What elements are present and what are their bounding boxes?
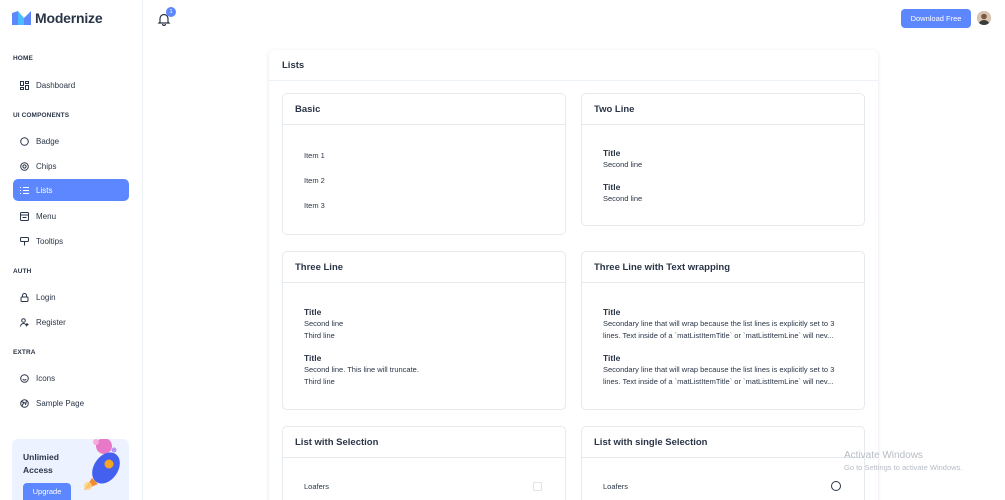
notification-badge: 1	[166, 7, 176, 17]
list-item-title: Title	[603, 353, 621, 363]
sidebar-item-label: Menu	[36, 211, 57, 221]
list-icon	[19, 185, 29, 195]
tooltip-icon	[19, 236, 29, 246]
sidebar-item-tooltips[interactable]: Tooltips	[13, 230, 129, 252]
brand-name: Modernize	[35, 10, 103, 26]
modernize-logo-icon	[12, 11, 31, 25]
three-line-list-card: Three Line Title Second line Third line …	[282, 251, 566, 410]
sidebar-item-sample-page[interactable]: Sample Page	[13, 392, 129, 414]
three-line-wrap-list-card: Three Line with Text wrapping Title Seco…	[581, 251, 865, 410]
list-item-line: Second line. This line will truncate.	[304, 365, 419, 374]
list-item-title: Title	[603, 307, 621, 317]
lock-icon	[19, 292, 29, 302]
sidebar-item-dashboard[interactable]: Dashboard	[13, 74, 129, 96]
sidebar-item-label: Register	[36, 317, 66, 327]
aperture-icon	[19, 398, 29, 408]
basic-list-card: Basic Item 1 Item 2 Item 3	[282, 93, 566, 235]
card-title: List with Selection	[283, 427, 565, 458]
sidebar-item-label: Sample Page	[36, 398, 85, 408]
card-title: Three Line with Text wrapping	[582, 252, 864, 283]
activate-windows-title: Activate Windows	[844, 450, 923, 461]
circle-icon	[19, 136, 29, 146]
list-item[interactable]: Item 3	[304, 201, 325, 210]
sidebar-item-chips[interactable]: Chips	[13, 155, 129, 177]
list-item-line: Second line	[603, 194, 643, 203]
list-item-line: Third line	[304, 377, 335, 386]
sidebar-item-label: Dashboard	[36, 80, 76, 90]
list-item[interactable]: Item 2	[304, 176, 325, 185]
sidebar-item-label: Login	[36, 292, 56, 302]
card-title: Basic	[283, 94, 565, 125]
mood-smile-icon	[19, 373, 29, 383]
avatar[interactable]	[977, 11, 991, 25]
list-item-title: Title	[603, 148, 621, 158]
selection-list-card: List with Selection Loafers	[282, 426, 566, 500]
sidebar-item-menu[interactable]: Menu	[13, 205, 129, 227]
single-selection-list-card: List with single Selection Loafers	[581, 426, 865, 500]
nav-caption-auth: AUTH	[13, 268, 32, 275]
sidebar-item-label: Lists	[36, 185, 53, 195]
list-item[interactable]: Title Second line	[603, 148, 642, 169]
sidebar-item-login[interactable]: Login	[13, 286, 129, 308]
list-item-title: Title	[603, 182, 621, 192]
card-title: Three Line	[283, 252, 565, 283]
page-title: Lists	[269, 50, 878, 81]
sidebar: Modernize HOME Dashboard UI COMPONENTS B…	[0, 0, 143, 500]
list-item[interactable]: Title Second line. This line will trunca…	[304, 353, 419, 386]
nav-caption-home: HOME	[13, 55, 33, 62]
user-avatar-icon	[977, 11, 991, 25]
menu-icon	[19, 211, 29, 221]
sidebar-item-badge[interactable]: Badge	[13, 130, 129, 152]
list-item[interactable]: Title Secondary line that will wrap beca…	[603, 307, 843, 341]
rocket-illustration-icon	[84, 439, 120, 490]
activate-windows-hint: Go to Settings to activate Windows.	[844, 463, 963, 472]
sidebar-item-label: Icons	[36, 373, 56, 383]
lists-card: Lists Basic Item 1 Item 2 Item 3 Two Lin…	[269, 50, 878, 500]
upgrade-promo: Unlimied Access Upgrade	[12, 439, 129, 500]
list-item[interactable]: Title Second line Third line	[304, 307, 343, 340]
sidebar-item-register[interactable]: Register	[13, 311, 129, 333]
list-item[interactable]: Title Second line	[603, 182, 642, 203]
nav-caption-extra: EXTRA	[13, 349, 36, 356]
card-title: Two Line	[582, 94, 864, 125]
list-item[interactable]: Loafers	[304, 482, 329, 491]
item-radio[interactable]	[831, 481, 841, 491]
sidebar-item-icons[interactable]: Icons	[13, 367, 129, 389]
list-item[interactable]: Loafers	[603, 482, 628, 491]
upgrade-button[interactable]: Upgrade	[23, 483, 71, 500]
list-item-text: Secondary line that will wrap because th…	[603, 365, 835, 386]
layout-dashboard-icon	[19, 80, 29, 90]
item-checkbox[interactable]	[533, 482, 542, 491]
chips-icon	[19, 161, 29, 171]
sidebar-item-label: Tooltips	[36, 236, 64, 246]
sidebar-item-label: Chips	[36, 161, 57, 171]
sidebar-item-lists[interactable]: Lists	[13, 179, 129, 201]
promo-title: Unlimied Access	[23, 452, 59, 475]
list-item-line: Second line	[603, 160, 643, 169]
nav-caption-ui-components: UI COMPONENTS	[13, 112, 70, 119]
list-item-title: Title	[304, 353, 322, 363]
two-line-list-card: Two Line Title Second line Title Second …	[581, 93, 865, 226]
user-plus-icon	[19, 317, 29, 327]
list-item[interactable]: Item 1	[304, 151, 325, 160]
list-item-line: Second line	[304, 319, 344, 328]
card-title: List with single Selection	[582, 427, 864, 458]
download-free-button[interactable]: Download Free	[901, 9, 971, 28]
list-item[interactable]: Title Secondary line that will wrap beca…	[603, 353, 843, 387]
list-item-text: Secondary line that will wrap because th…	[603, 319, 835, 340]
list-item-title: Title	[304, 307, 322, 317]
sidebar-item-label: Badge	[36, 136, 60, 146]
list-item-line: Third line	[304, 331, 335, 340]
brand-logo[interactable]: Modernize	[12, 10, 103, 26]
